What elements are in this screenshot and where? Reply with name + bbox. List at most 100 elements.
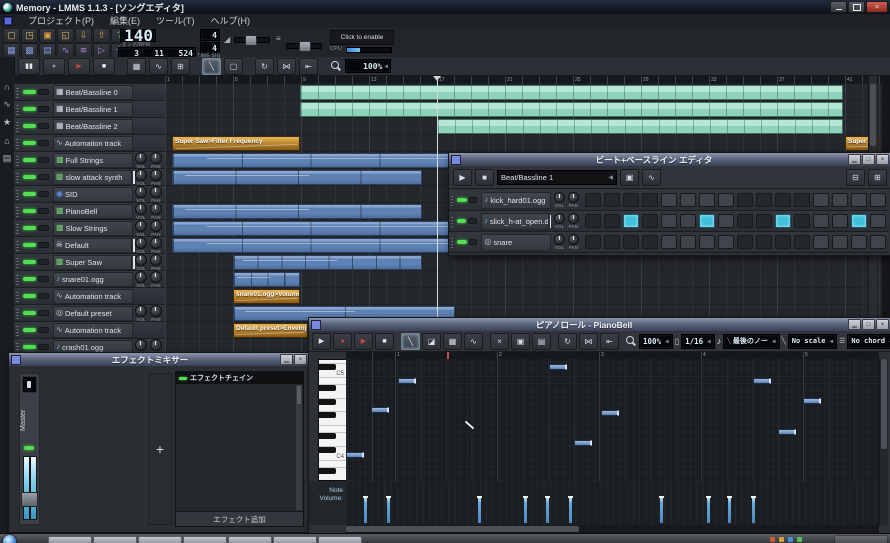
track-mute-led[interactable] [23,158,36,162]
step-cell[interactable] [813,193,829,207]
black-key[interactable] [319,399,336,405]
step-cell[interactable] [585,214,601,228]
swap-pattern-button[interactable]: ∿ [642,169,661,186]
effect-chain-led[interactable] [179,377,187,380]
taskbar-button[interactable] [138,536,182,543]
track-name-button[interactable]: ▩PianoBell [53,204,133,219]
midi-note[interactable] [549,364,567,370]
step-cell[interactable] [794,193,810,207]
tray-icon[interactable] [779,537,784,542]
step-cell[interactable] [832,214,848,228]
track-name-button[interactable]: ♪snare01.ogg [53,272,133,287]
note-volume-bar[interactable] [478,496,481,523]
instruments-icon[interactable]: ∩ [0,79,14,94]
track-mute-led[interactable] [23,345,36,349]
step-cell[interactable] [661,214,677,228]
bb-pattern-selector[interactable]: Beat/Bassline 1 ◀ [497,170,617,185]
volume-knob[interactable] [135,152,147,164]
computer-icon[interactable]: ▤ [0,151,14,166]
midi-note[interactable] [346,452,364,458]
step-cell[interactable] [794,214,810,228]
track-grip[interactable] [16,240,19,251]
track-mute-led[interactable] [23,294,36,298]
pan-knob[interactable] [150,220,162,232]
record-play-button[interactable]: ▶ [68,58,90,75]
track-grip[interactable] [16,308,19,319]
track-solo-led[interactable] [38,327,49,333]
midi-note[interactable] [803,398,821,404]
bb-close-button[interactable]: × [876,154,889,165]
track-mute-led[interactable] [23,124,36,128]
taskbar-button[interactable] [228,536,272,543]
volume-knob[interactable] [135,220,147,232]
bb-editor-titlebar[interactable]: ビート+ベースライン エディタ ▁ □ × [449,153,890,167]
track-grip[interactable] [16,189,19,200]
orange-clip[interactable]: snare01.ogg>Volume [233,289,300,304]
minimize-button[interactable] [830,1,847,13]
step-cell[interactable] [756,235,772,249]
step-cell[interactable] [775,214,791,228]
track-solo-led[interactable] [469,239,478,245]
stop-button[interactable]: ■ [93,58,115,75]
black-key[interactable] [319,468,336,474]
track-solo-led[interactable] [38,208,49,214]
black-key[interactable] [319,447,336,453]
pan-knob[interactable] [150,305,162,317]
note-volume-lane[interactable] [346,481,879,525]
playhead[interactable] [437,76,438,317]
song-zoom-control[interactable]: 100%◀ [345,59,391,73]
note-length-control[interactable]: ╲最後のノー◀ [723,334,779,349]
volume-knob[interactable] [135,186,147,198]
copy-button[interactable]: ▣ [511,333,530,350]
track-grip[interactable] [451,195,453,206]
track-name-button[interactable]: ▦Beat/Bassline 1 [53,102,133,117]
samples-icon[interactable]: ∿ [0,97,14,112]
track-grip[interactable] [16,172,19,183]
track-mute-led[interactable] [23,107,36,111]
master-channel-strip[interactable]: Master [19,373,40,525]
midi-note[interactable] [778,429,796,435]
track-grip[interactable] [16,155,19,166]
white-key[interactable] [319,461,346,468]
step-cell[interactable] [642,214,658,228]
note-volume-bar[interactable] [524,496,527,523]
step-cell[interactable] [794,235,810,249]
track-grip[interactable] [451,237,453,248]
track-name-button[interactable]: ♪kick_hard01.ogg [481,192,551,209]
volume-knob[interactable] [135,237,147,249]
orange-clip[interactable]: Default preset>Envelope/LFO [233,323,308,338]
record-button[interactable]: ● [43,58,65,75]
step-cell[interactable] [642,193,658,207]
track-name-button[interactable]: ▩Full Strings [53,153,133,168]
track-solo-led[interactable] [38,191,49,197]
track-mute-led[interactable] [23,328,36,332]
song-editor-toggle-button[interactable]: ▦ [3,43,20,58]
loop-toggle-button[interactable]: ↻ [558,333,577,350]
track-grip[interactable] [16,342,19,353]
midi-note[interactable] [574,440,592,446]
pan-knob[interactable] [150,339,162,351]
track-solo-led[interactable] [38,310,49,316]
track-name-button[interactable]: ♪slick_h-at_open.ds [481,213,549,230]
track-solo-led[interactable] [38,123,49,129]
track-grip[interactable] [16,87,19,98]
tray-icon[interactable] [797,537,802,542]
add-steps-button[interactable]: ⊞ [868,169,887,186]
step-cell[interactable] [718,214,734,228]
piano-roll-titlebar[interactable]: ピアノロール - PianoBell ▁ □ × [309,318,890,332]
track-name-button[interactable]: ∿Automation track [53,323,133,338]
volume-knob[interactable] [135,169,147,181]
pr-record-button[interactable]: ● [333,333,352,350]
bb-play-button[interactable]: ▶ [453,169,472,186]
volume-knob[interactable] [135,305,147,317]
step-cell[interactable] [718,193,734,207]
step-cell[interactable] [775,235,791,249]
scale-control[interactable]: No scale◀ [788,334,837,349]
fx-close-button[interactable]: × [294,354,307,365]
effect-chain-header[interactable]: エフェクトチェイン [176,372,303,384]
track-solo-led[interactable] [38,276,49,282]
add-automation-track-button[interactable]: ⊞ [171,58,190,75]
pr-playhead-marker[interactable] [447,352,449,359]
master-volume-handle[interactable] [245,35,257,46]
note-volume-bar[interactable] [728,496,731,523]
